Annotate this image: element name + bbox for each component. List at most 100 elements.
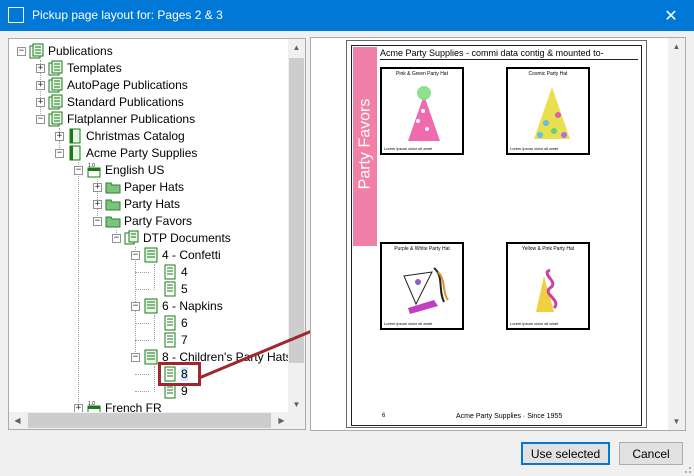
tree-guide-line bbox=[154, 315, 155, 341]
collapse-icon[interactable]: − bbox=[112, 234, 121, 243]
tree-horizontal-scroll-thumb[interactable] bbox=[28, 413, 271, 428]
expand-icon[interactable]: + bbox=[93, 183, 102, 192]
folder-icon bbox=[105, 182, 121, 194]
publication-icon bbox=[69, 128, 81, 144]
tree-guide-line bbox=[135, 374, 149, 375]
collapse-icon[interactable]: − bbox=[74, 166, 83, 175]
page-icon bbox=[164, 332, 176, 348]
publications-icon bbox=[48, 111, 63, 127]
tree-node-label: 7 bbox=[181, 333, 188, 347]
preview-vertical-scrollbar[interactable]: ▲ ▼ bbox=[668, 38, 685, 430]
tree-node-label: 6 bbox=[181, 316, 188, 330]
page-preview: Party Favors Acme Party Supplies - commi… bbox=[346, 40, 647, 428]
tree-node-label: Flatplanner Publications bbox=[67, 112, 196, 126]
close-button[interactable]: ✕ bbox=[648, 0, 694, 31]
expand-icon[interactable]: + bbox=[93, 200, 102, 209]
cancel-button[interactable]: Cancel bbox=[619, 442, 683, 465]
tree-guide-line bbox=[135, 323, 149, 324]
header-rule bbox=[380, 59, 638, 60]
tree-guide-line bbox=[135, 289, 149, 290]
document-icon bbox=[144, 298, 158, 314]
title-bar: Pickup page layout for: Pages 2 & 3 ✕ bbox=[0, 0, 694, 31]
scroll-up-icon[interactable]: ▲ bbox=[668, 38, 685, 55]
tree-guide-line bbox=[135, 272, 149, 273]
tree-node-label: 6 - Napkins bbox=[162, 299, 223, 313]
publication-icon bbox=[69, 145, 81, 161]
pink-party-hat-icon bbox=[408, 86, 440, 141]
page-icon bbox=[164, 366, 176, 382]
page-footer-text: Acme Party Supplies · Since 1955 bbox=[456, 413, 563, 420]
collapse-icon[interactable]: − bbox=[93, 217, 102, 226]
expand-icon[interactable]: + bbox=[36, 81, 45, 90]
publications-icon bbox=[48, 94, 63, 110]
scroll-up-icon[interactable]: ▲ bbox=[288, 39, 305, 56]
tree-node-label: AutoPage Publications bbox=[67, 78, 188, 92]
window-title: Pickup page layout for: Pages 2 & 3 bbox=[32, 8, 223, 22]
tree-node-label: Publications bbox=[48, 44, 113, 58]
product-card: Yellow & Pink Party Hat Lorem ipsum dolo… bbox=[506, 242, 590, 330]
scroll-down-icon[interactable]: ▼ bbox=[288, 396, 305, 413]
page-header-text: Acme Party Supplies - commi data contig … bbox=[380, 48, 604, 58]
tree-node-label: Christmas Catalog bbox=[86, 129, 185, 143]
svg-text:1.0: 1.0 bbox=[88, 401, 95, 407]
page-frame: Party Favors Acme Party Supplies - commi… bbox=[351, 45, 642, 426]
tree-node-label: DTP Documents bbox=[143, 231, 231, 245]
publications-icon bbox=[48, 60, 63, 76]
use-selected-button[interactable]: Use selected bbox=[521, 442, 610, 465]
window-icon bbox=[8, 7, 24, 23]
publications-icon bbox=[48, 77, 63, 93]
product-card: Purple & White Party Hat Lorem ipsum dol… bbox=[380, 242, 464, 330]
tree-node-label: 4 - Confetti bbox=[162, 248, 221, 262]
purple-white-party-hat-icon bbox=[403, 267, 449, 314]
collapse-icon[interactable]: − bbox=[131, 353, 140, 362]
tree-horizontal-scrollbar[interactable]: ◀ ▶ bbox=[9, 412, 290, 429]
product-card-title: Yellow & Pink Party Hat bbox=[521, 246, 575, 252]
page-icon bbox=[164, 264, 176, 280]
section-band-label: Party Favors bbox=[356, 98, 374, 190]
page-preview-panel: Party Favors Acme Party Supplies - commi… bbox=[310, 37, 686, 431]
page-icon bbox=[164, 281, 176, 297]
document-icon bbox=[144, 247, 158, 263]
product-card-title: Purple & White Party Hat bbox=[394, 246, 450, 252]
folder-icon bbox=[105, 199, 121, 211]
collapse-icon[interactable]: − bbox=[36, 115, 45, 124]
documents-icon bbox=[124, 230, 139, 245]
tree-guide-line bbox=[78, 162, 79, 409]
tree-guide-line bbox=[135, 340, 149, 341]
tree-guide-line bbox=[154, 366, 155, 392]
tree-node-label: Paper Hats bbox=[124, 180, 185, 194]
product-card-caption: Lorem ipsum dolor sit amet bbox=[384, 321, 433, 326]
tree-node-label: Templates bbox=[67, 61, 122, 75]
product-card-caption: Lorem ipsum dolor sit amet bbox=[510, 321, 559, 326]
page-icon bbox=[164, 383, 176, 399]
resize-grip-icon[interactable] bbox=[682, 464, 692, 474]
tree-node-label: 8 bbox=[181, 367, 188, 381]
scroll-down-icon[interactable]: ▼ bbox=[668, 413, 685, 430]
cosmic-party-hat-icon bbox=[534, 87, 570, 139]
tree-node-label: English US bbox=[105, 163, 165, 177]
publications-icon bbox=[29, 43, 44, 59]
tree-node-label: Party Favors bbox=[124, 214, 193, 228]
collapse-icon[interactable]: − bbox=[131, 251, 140, 260]
svg-text:1.0: 1.0 bbox=[88, 163, 95, 169]
expand-icon[interactable]: + bbox=[55, 132, 64, 141]
product-card: Pink & Green Party Hat Lorem ipsum dolor… bbox=[380, 67, 464, 155]
tree-node-label: Acme Party Supplies bbox=[86, 146, 198, 160]
collapse-icon[interactable]: − bbox=[131, 302, 140, 311]
page-icon bbox=[164, 315, 176, 331]
product-card-title: Cosmic Party Hat bbox=[528, 71, 568, 77]
tree-guide-line bbox=[135, 391, 149, 392]
tree-node-label: Party Hats bbox=[124, 197, 181, 211]
expand-icon[interactable]: + bbox=[36, 98, 45, 107]
product-card-caption: Lorem ipsum dolor sit amet bbox=[510, 146, 559, 151]
tree-node-label: 5 bbox=[181, 282, 188, 296]
collapse-icon[interactable]: − bbox=[55, 149, 64, 158]
tree-guide-line bbox=[154, 264, 155, 290]
tree-node-label: Standard Publications bbox=[67, 95, 184, 109]
expand-icon[interactable]: + bbox=[36, 64, 45, 73]
scroll-corner bbox=[288, 412, 305, 429]
scroll-left-icon[interactable]: ◀ bbox=[9, 412, 26, 429]
tree-node-label: 9 bbox=[181, 384, 188, 398]
collapse-icon[interactable]: − bbox=[17, 47, 26, 56]
document-icon bbox=[144, 349, 158, 365]
